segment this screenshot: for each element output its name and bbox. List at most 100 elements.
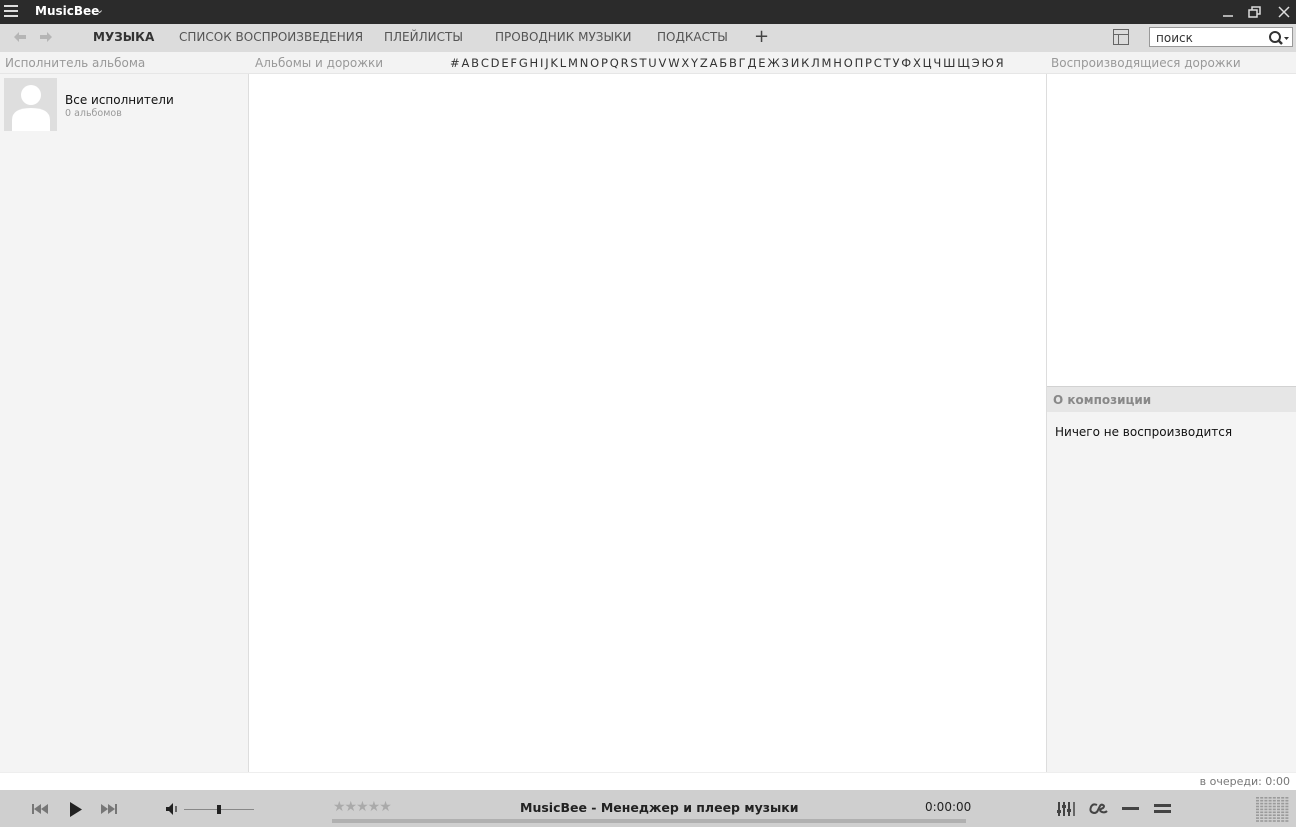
list-item[interactable]: Все исполнители 0 альбомов bbox=[4, 78, 244, 132]
alphabet-letter[interactable]: Ч bbox=[933, 56, 941, 70]
alphabet-letter[interactable]: H bbox=[530, 56, 539, 70]
alphabet-letter[interactable]: Q bbox=[610, 56, 619, 70]
alphabet-letter[interactable]: T bbox=[639, 56, 646, 70]
alphabet-letter[interactable]: F bbox=[510, 56, 517, 70]
alphabet-letter[interactable]: X bbox=[681, 56, 689, 70]
alphabet-letter[interactable]: Ж bbox=[767, 56, 780, 70]
alphabet-letter[interactable]: G bbox=[519, 56, 528, 70]
alphabet-letter[interactable]: J bbox=[545, 56, 549, 70]
left-panel-header: Исполнитель альбома bbox=[0, 52, 250, 74]
back-arrow-icon[interactable] bbox=[13, 31, 27, 43]
alphabet-letter[interactable]: Ю bbox=[981, 56, 994, 70]
search-icon[interactable] bbox=[1268, 30, 1290, 46]
restore-button[interactable] bbox=[1244, 2, 1266, 22]
alphabet-letter[interactable]: П bbox=[855, 56, 864, 70]
alphabet-letter[interactable]: О bbox=[844, 56, 853, 70]
alphabet-letter[interactable]: Н bbox=[833, 56, 842, 70]
search-box bbox=[1149, 27, 1293, 47]
volume-icon[interactable] bbox=[166, 803, 180, 815]
track-title: MusicBee - Менеджер и плеер музыки bbox=[520, 800, 799, 815]
alphabet-letter[interactable]: З bbox=[782, 56, 790, 70]
tab-now-playing[interactable]: СПИСОК ВОСПРОИЗВЕДЕНИЯ bbox=[179, 30, 363, 44]
previous-track-icon[interactable] bbox=[32, 803, 48, 815]
chevron-down-icon[interactable]: ⌄ bbox=[95, 3, 104, 16]
alphabet-letter[interactable]: И bbox=[791, 56, 800, 70]
rating-stars[interactable]: ★★★★★ bbox=[333, 799, 392, 815]
nothing-playing-text: Ничего не воспроизводится bbox=[1055, 425, 1233, 439]
alphabet-letter[interactable]: С bbox=[874, 56, 882, 70]
alphabet-letter[interactable]: D bbox=[491, 56, 500, 70]
lastfm-icon[interactable] bbox=[1089, 802, 1109, 816]
alphabet-letter[interactable]: А bbox=[710, 56, 718, 70]
albums-tracks-panel[interactable] bbox=[250, 74, 1046, 772]
alphabet-letter[interactable]: М bbox=[822, 56, 832, 70]
search-input[interactable] bbox=[1156, 30, 1264, 45]
alphabet-letter[interactable]: A bbox=[461, 56, 469, 70]
play-icon[interactable] bbox=[69, 801, 83, 818]
queue-icon[interactable] bbox=[1154, 803, 1172, 815]
tab-playlists[interactable]: ПЛЕЙЛИСТЫ bbox=[384, 30, 463, 44]
alphabet-letter[interactable]: Ц bbox=[923, 56, 932, 70]
alphabet-letter[interactable]: B bbox=[471, 56, 479, 70]
alphabet-letter[interactable]: U bbox=[648, 56, 657, 70]
alphabet-letter[interactable]: Я bbox=[996, 56, 1004, 70]
volume-slider-handle[interactable] bbox=[217, 805, 221, 814]
alphabet-letter[interactable]: Р bbox=[865, 56, 872, 70]
alphabet-letter[interactable]: S bbox=[630, 56, 638, 70]
spectrum-visualizer-icon[interactable] bbox=[1256, 797, 1290, 823]
alphabet-letter[interactable]: Д bbox=[747, 56, 756, 70]
equalizer-icon[interactable] bbox=[1057, 802, 1075, 816]
alphabet-letter[interactable]: У bbox=[892, 56, 899, 70]
track-info-body: Ничего не воспроизводится bbox=[1047, 412, 1296, 772]
alphabet-letter[interactable]: I bbox=[540, 56, 544, 70]
now-playing-list[interactable] bbox=[1047, 74, 1296, 386]
close-button[interactable] bbox=[1273, 2, 1295, 22]
alphabet-letter[interactable]: Е bbox=[758, 56, 766, 70]
alphabet-letter[interactable]: Х bbox=[913, 56, 921, 70]
alphabet-letter[interactable]: O bbox=[590, 56, 599, 70]
alphabet-letter[interactable]: K bbox=[550, 56, 558, 70]
layout-icon[interactable] bbox=[1113, 29, 1129, 45]
alphabet-letter[interactable]: Г bbox=[739, 56, 746, 70]
alphabet-letter[interactable]: Ф bbox=[901, 56, 911, 70]
restore-icon bbox=[1248, 6, 1261, 18]
next-track-icon[interactable] bbox=[101, 803, 117, 815]
alphabet-letter[interactable]: Y bbox=[691, 56, 698, 70]
add-tab-icon[interactable]: + bbox=[754, 26, 769, 47]
alphabet-letter[interactable]: N bbox=[580, 56, 589, 70]
alphabet-letter[interactable]: E bbox=[501, 56, 509, 70]
artist-list-panel: Все исполнители 0 альбомов bbox=[0, 74, 249, 772]
alphabet-letter[interactable]: Щ bbox=[957, 56, 970, 70]
alphabet-letter[interactable]: Т bbox=[884, 56, 891, 70]
alphabet-letter[interactable]: К bbox=[801, 56, 809, 70]
track-info-title: О композиции bbox=[1053, 393, 1152, 407]
alphabet-letter[interactable]: Б bbox=[719, 56, 727, 70]
forward-arrow-icon[interactable] bbox=[39, 31, 53, 43]
alphabet-letter[interactable]: Ш bbox=[943, 56, 956, 70]
minus-icon[interactable] bbox=[1122, 806, 1140, 812]
alphabet-letter[interactable]: Z bbox=[700, 56, 708, 70]
alphabet-letter[interactable]: В bbox=[729, 56, 737, 70]
alphabet-letter[interactable]: # bbox=[450, 56, 460, 70]
tab-podcasts[interactable]: ПОДКАСТЫ bbox=[657, 30, 728, 44]
alphabet-jump-bar: # A B C D E F G H I J K L M N O P Q R S T U V W X Y Z А Б В Г Д Е Ж З И К Л М Н… bbox=[450, 56, 1005, 70]
artist-name: Все исполнители bbox=[65, 93, 174, 107]
title-bar: MusicBee ⌄ bbox=[0, 0, 1296, 24]
tab-music-explorer[interactable]: ПРОВОДНИК МУЗЫКИ bbox=[495, 30, 632, 44]
alphabet-letter[interactable]: P bbox=[601, 56, 608, 70]
minimize-button[interactable] bbox=[1217, 2, 1239, 22]
alphabet-letter[interactable]: M bbox=[568, 56, 578, 70]
progress-bar[interactable] bbox=[332, 819, 966, 823]
alphabet-letter[interactable]: W bbox=[668, 56, 680, 70]
right-panel-header: Воспроизводящиеся дорожки bbox=[1046, 52, 1296, 74]
alphabet-letter[interactable]: Л bbox=[811, 56, 820, 70]
alphabet-letter[interactable]: C bbox=[481, 56, 489, 70]
alphabet-letter[interactable]: R bbox=[621, 56, 629, 70]
alphabet-letter[interactable]: Э bbox=[972, 56, 980, 70]
alphabet-letter[interactable]: L bbox=[560, 56, 567, 70]
app-title[interactable]: MusicBee bbox=[35, 4, 99, 18]
alphabet-letter[interactable]: V bbox=[659, 56, 667, 70]
tab-music[interactable]: МУЗЫКА bbox=[93, 30, 154, 44]
hamburger-menu-icon[interactable] bbox=[4, 5, 18, 19]
minimize-icon bbox=[1223, 15, 1233, 17]
